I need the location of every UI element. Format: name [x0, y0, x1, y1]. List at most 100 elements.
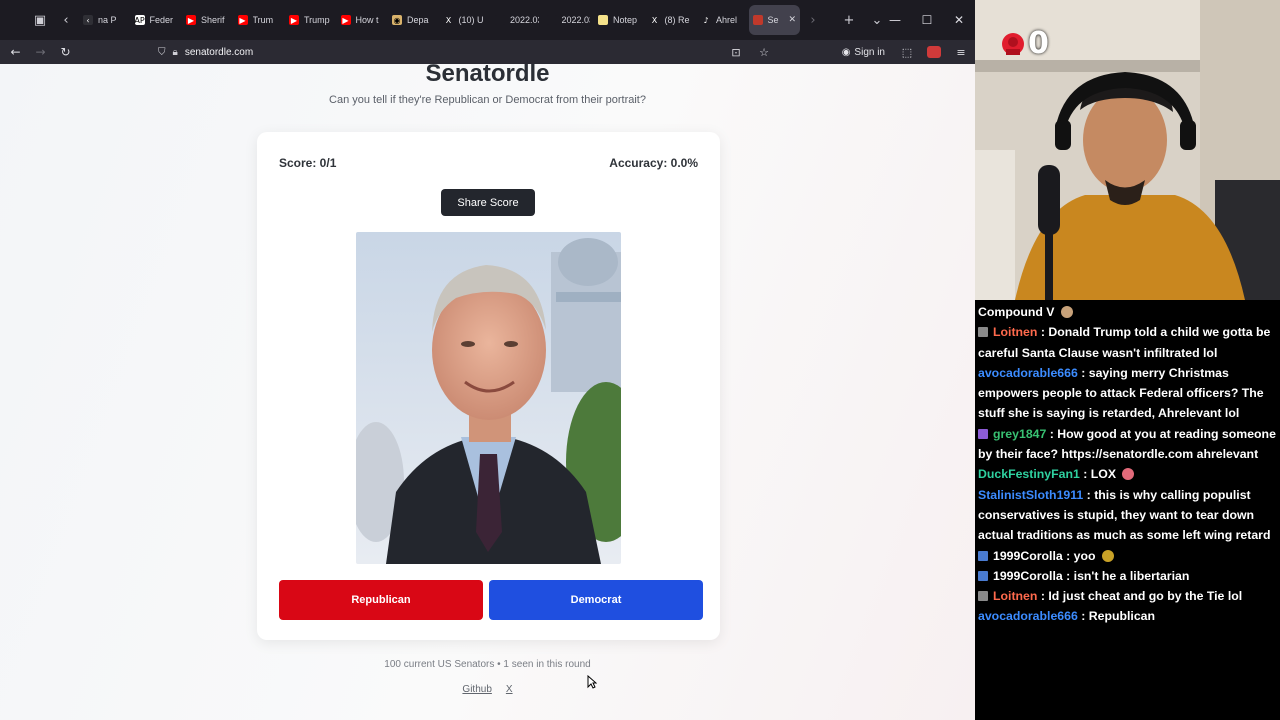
- chat-message: 1999Corolla : yoo: [978, 546, 1278, 566]
- chat-message: grey1847 : How good at you at reading so…: [978, 424, 1278, 465]
- bookmark-star-icon[interactable]: ☆: [754, 46, 774, 59]
- chat-username[interactable]: avocadorable666: [978, 609, 1078, 623]
- x-link[interactable]: X: [506, 684, 513, 695]
- close-window-icon[interactable]: ✕: [943, 0, 975, 40]
- tab-title: Ahrel: [716, 15, 738, 25]
- chat-emote-icon: [1101, 549, 1114, 562]
- browser-tab[interactable]: X (8) Re: [646, 5, 698, 35]
- tab-favicon-icon: [598, 15, 608, 25]
- github-link[interactable]: Github: [462, 684, 491, 695]
- tab-title: 2022.03.1: [561, 15, 591, 25]
- tab-title: Trum: [252, 15, 274, 25]
- chat-separator: :: [1083, 487, 1095, 502]
- forward-icon[interactable]: →: [28, 40, 53, 64]
- minimize-icon[interactable]: —: [879, 0, 911, 40]
- chat-badge-icon: [978, 591, 988, 602]
- chat-username[interactable]: Loitnen: [993, 589, 1037, 603]
- chat-message: avocadorable666 : saying merry Christmas…: [978, 363, 1278, 424]
- browser-tab[interactable]: Notep: [594, 5, 646, 35]
- browser-tab[interactable]: ▶ How t: [337, 5, 389, 35]
- browser-tab[interactable]: ♪ Ahrel: [697, 5, 749, 35]
- maximize-icon[interactable]: ☐: [911, 0, 943, 40]
- chat-text: isn't he a libertarian: [1073, 568, 1190, 583]
- chat-badge-icon: [978, 428, 988, 439]
- republican-button[interactable]: Republican: [279, 580, 483, 620]
- tab-scroll-left-icon[interactable]: ‹: [53, 7, 79, 33]
- browser-tab[interactable]: X (10) U: [440, 5, 492, 35]
- shield-icon[interactable]: ⛉: [158, 47, 166, 58]
- chat-emote-icon: [1122, 468, 1135, 481]
- chat-username[interactable]: DuckFestinyFan1: [978, 467, 1080, 481]
- chat-message: 1999Corolla : isn't he a libertarian: [978, 566, 1278, 586]
- reload-icon[interactable]: ↻: [53, 40, 78, 64]
- tab-title: Trump: [304, 15, 330, 25]
- chat-username[interactable]: grey1847: [993, 427, 1046, 441]
- tab-close-icon[interactable]: ✕: [788, 15, 796, 25]
- chat-message: avocadorable666 : Republican: [978, 606, 1278, 626]
- browser-tab[interactable]: AP Feder: [131, 5, 183, 35]
- browser-tab[interactable]: Se ✕: [748, 5, 800, 35]
- chat-separator: :: [1077, 609, 1089, 624]
- senator-portrait: [356, 232, 621, 564]
- chat-separator: :: [1062, 548, 1074, 563]
- tab-scroll-right-icon[interactable]: ›: [800, 7, 826, 33]
- chat-text: LOX: [1090, 467, 1117, 482]
- tab-favicon-icon: ▶: [289, 15, 299, 25]
- browser-tab[interactable]: ▶ Trum: [234, 5, 286, 35]
- chat-text: yoo: [1073, 548, 1096, 563]
- chat-username[interactable]: Loitnen: [993, 325, 1037, 339]
- chat-text: Compound V: [978, 305, 1055, 319]
- share-score-button[interactable]: Share Score: [441, 189, 535, 216]
- tab-favicon-icon: ♪: [701, 15, 711, 25]
- tab-title: Feder: [149, 15, 174, 25]
- chat-username[interactable]: 1999Corolla: [993, 569, 1063, 583]
- menu-icon[interactable]: ≡: [951, 46, 971, 59]
- url-text[interactable]: senatordle.com: [185, 47, 253, 58]
- tab-favicon-icon: ▶: [186, 15, 196, 25]
- chat-username[interactable]: avocadorable666: [978, 366, 1078, 380]
- browser-window: ▣ ‹ ‹ na P AP Feder ▶ Sherif ▶ Trum ▶ Trump ▶ How t…: [0, 0, 975, 720]
- tab-strip: ‹ na P AP Feder ▶ Sherif ▶ Trum ▶ Trump ▶ How t ◉ Dep…: [79, 0, 800, 40]
- chat-separator: :: [1046, 426, 1058, 441]
- chat-message: StalinistSloth1911 : this is why calling…: [978, 485, 1278, 546]
- chat-separator: :: [1077, 365, 1089, 380]
- back-icon[interactable]: ←: [3, 40, 28, 64]
- web-page: Senatordle Can you tell if they're Repub…: [0, 64, 975, 720]
- democrat-button[interactable]: Democrat: [489, 580, 703, 620]
- chat-message: DuckFestinyFan1 : LOX: [978, 464, 1278, 484]
- game-card: Score: 0/1 Accuracy: 0.0% Share Score Re…: [257, 132, 720, 640]
- reader-view-icon[interactable]: ⊡: [726, 46, 746, 59]
- footer-stats: 100 current US Senators • 1 seen in this…: [384, 659, 591, 670]
- browser-tab[interactable]: ‹ na P: [79, 5, 131, 35]
- chat-separator: :: [1079, 467, 1091, 482]
- tab-title: Depa: [407, 15, 429, 25]
- window-controls: — ☐ ✕: [879, 0, 975, 40]
- tab-title: How t: [355, 15, 379, 25]
- chat-message: Loitnen : Donald Trump told a child we g…: [978, 322, 1278, 363]
- page-subtitle: Can you tell if they're Republican or De…: [329, 94, 646, 106]
- tab-title: (10) U: [458, 15, 484, 25]
- stream-counter: 0: [1000, 26, 1049, 61]
- tab-favicon-icon: ▶: [237, 15, 248, 25]
- chat-username[interactable]: 1999Corolla: [993, 549, 1063, 563]
- address-bar[interactable]: ⛉ 🔒︎ senatordle.com: [150, 42, 770, 62]
- lock-icon[interactable]: 🔒︎: [173, 47, 178, 58]
- extension-badge-icon[interactable]: [927, 46, 941, 58]
- new-tab-icon[interactable]: +: [836, 7, 862, 33]
- tab-bar: ▣ ‹ ‹ na P AP Feder ▶ Sherif ▶ Trum ▶ Trump ▶ How t…: [0, 0, 975, 40]
- account-icon: ◉: [841, 46, 851, 58]
- browser-tab[interactable]: ▶ Trump: [285, 5, 337, 35]
- browser-tab[interactable]: 2022.03.1: [543, 5, 595, 35]
- extensions-icon[interactable]: ⬚: [897, 46, 917, 59]
- firefox-view-icon[interactable]: ▣: [27, 7, 53, 33]
- tab-title: Notep: [613, 15, 638, 25]
- browser-tab[interactable]: ▶ Sherif: [182, 5, 234, 35]
- tab-title: Sherif: [201, 15, 225, 25]
- browser-tab[interactable]: 2022.03.1: [491, 5, 543, 35]
- sign-in-button[interactable]: ◉ Sign in: [836, 47, 891, 58]
- chat-username[interactable]: StalinistSloth1911: [978, 488, 1083, 502]
- tab-favicon-icon: [495, 15, 505, 25]
- browser-tab[interactable]: ◉ Depa: [388, 5, 440, 35]
- tab-title: Se: [767, 15, 779, 25]
- score-text: Score: 0/1: [279, 156, 337, 170]
